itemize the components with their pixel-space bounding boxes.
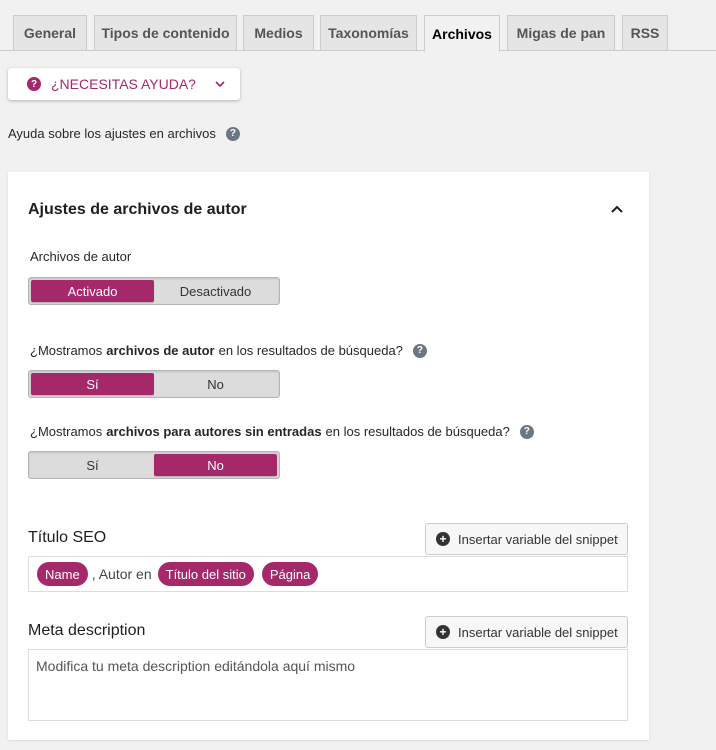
chevron-up-icon[interactable] — [609, 202, 625, 216]
snippet-variable-pill[interactable]: Página — [261, 562, 319, 586]
q2-question-icon[interactable]: ? — [519, 424, 534, 439]
seo-title-text: , Autor en — [91, 566, 152, 582]
seo-title-insert-variable-button[interactable]: + Insertar variable del snippet — [425, 523, 628, 555]
archives-help-text: Ayuda sobre los ajustes en archivos ? — [8, 126, 240, 141]
author-archives-toggle: Activado Desactivado — [28, 277, 280, 305]
help-button-label: ¿NECESITAS AYUDA? — [51, 76, 196, 92]
tab-rss[interactable]: RSS — [622, 15, 668, 51]
show-author-archives-no[interactable]: No — [154, 373, 277, 395]
plus-circle-icon: + — [436, 532, 450, 546]
chevron-down-icon — [215, 81, 225, 88]
help-button[interactable]: ? ¿NECESITAS AYUDA? — [8, 68, 240, 100]
snippet-variable-pill[interactable]: Título del sitio — [157, 562, 254, 586]
show-empty-authors-toggle: Sí No — [28, 451, 280, 479]
seo-title-label: Título SEO — [28, 529, 107, 546]
author-archives-label: Archivos de autor — [30, 249, 132, 264]
show-author-archives-yes[interactable]: Sí — [31, 373, 154, 395]
tab-media[interactable]: Medios — [243, 15, 314, 51]
help-question-icon[interactable]: ? — [225, 126, 240, 141]
show-empty-authors-no[interactable]: No — [154, 454, 277, 476]
archives-help-label: Ayuda sobre los ajustes en archivos — [8, 126, 216, 141]
tab-general[interactable]: General — [13, 15, 87, 51]
author-archives-panel: Ajustes de archivos de autor Archivos de… — [8, 172, 649, 740]
q1-post: en los resultados de búsqueda? — [218, 343, 403, 358]
q1-pre: ¿Mostramos — [30, 343, 103, 358]
show-empty-authors-yes[interactable]: Sí — [31, 454, 154, 476]
author-archives-on[interactable]: Activado — [31, 280, 154, 302]
q1-question-icon[interactable]: ? — [412, 343, 427, 358]
show-author-archives-label: ¿Mostramos archivos de autor en los resu… — [30, 343, 427, 358]
author-archives-off[interactable]: Desactivado — [154, 280, 277, 302]
show-author-archives-toggle: Sí No — [28, 370, 280, 398]
meta-insert-variable-button[interactable]: + Insertar variable del snippet — [425, 616, 628, 648]
tab-archives[interactable]: Archivos — [424, 15, 500, 52]
question-icon: ? — [27, 77, 41, 91]
meta-description-input[interactable]: Modifica tu meta description editándola … — [28, 649, 628, 721]
insert-variable-label: Insertar variable del snippet — [458, 624, 618, 640]
q2-pre: ¿Mostramos — [30, 424, 103, 439]
q2-post: en los resultados de búsqueda? — [325, 424, 510, 439]
tab-content-types[interactable]: Tipos de contenido — [94, 15, 237, 51]
plus-circle-icon: + — [436, 625, 450, 639]
tab-taxonomies[interactable]: Taxonomías — [320, 15, 417, 51]
panel-title: Ajustes de archivos de autor — [28, 201, 247, 218]
snippet-variable-pill[interactable]: Name — [37, 562, 88, 586]
insert-variable-label: Insertar variable del snippet — [458, 531, 618, 547]
meta-description-label: Meta description — [28, 622, 146, 639]
q1-bold: archivos de autor — [106, 343, 215, 358]
q2-bold: archivos para autores sin entradas — [106, 424, 322, 439]
show-empty-authors-label: ¿Mostramos archivos para autores sin ent… — [30, 424, 534, 439]
tab-breadcrumbs[interactable]: Migas de pan — [507, 15, 615, 51]
seo-title-input[interactable]: Name , Autor en Título del sitio Página — [28, 556, 628, 592]
settings-tabs: General Tipos de contenido Medios Taxono… — [0, 0, 716, 52]
